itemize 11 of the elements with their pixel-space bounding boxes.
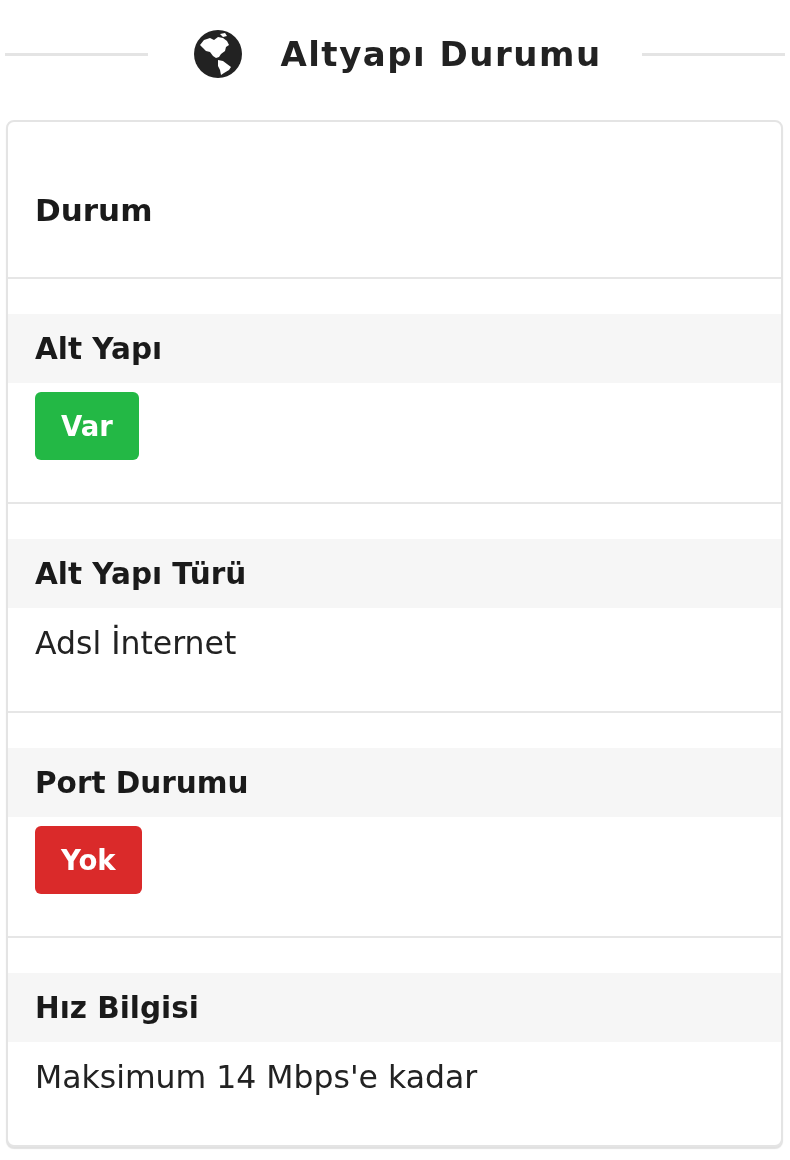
field-label: Alt Yapı Türü [35,555,247,593]
card-title: Durum [35,192,153,228]
section-title: Altyapı Durumu [280,33,602,76]
globe-icon [194,30,243,78]
field-label: Port Durumu [35,764,249,802]
field-value: Adsl İnternet [35,623,237,663]
status-badge: Yok [35,826,142,894]
field-label: Hız Bilgisi [35,989,199,1027]
status-badge: Var [35,392,139,460]
field-value: Maksimum 14 Mbps'e kadar [35,1058,478,1097]
field-label: Alt Yapı [35,330,163,368]
